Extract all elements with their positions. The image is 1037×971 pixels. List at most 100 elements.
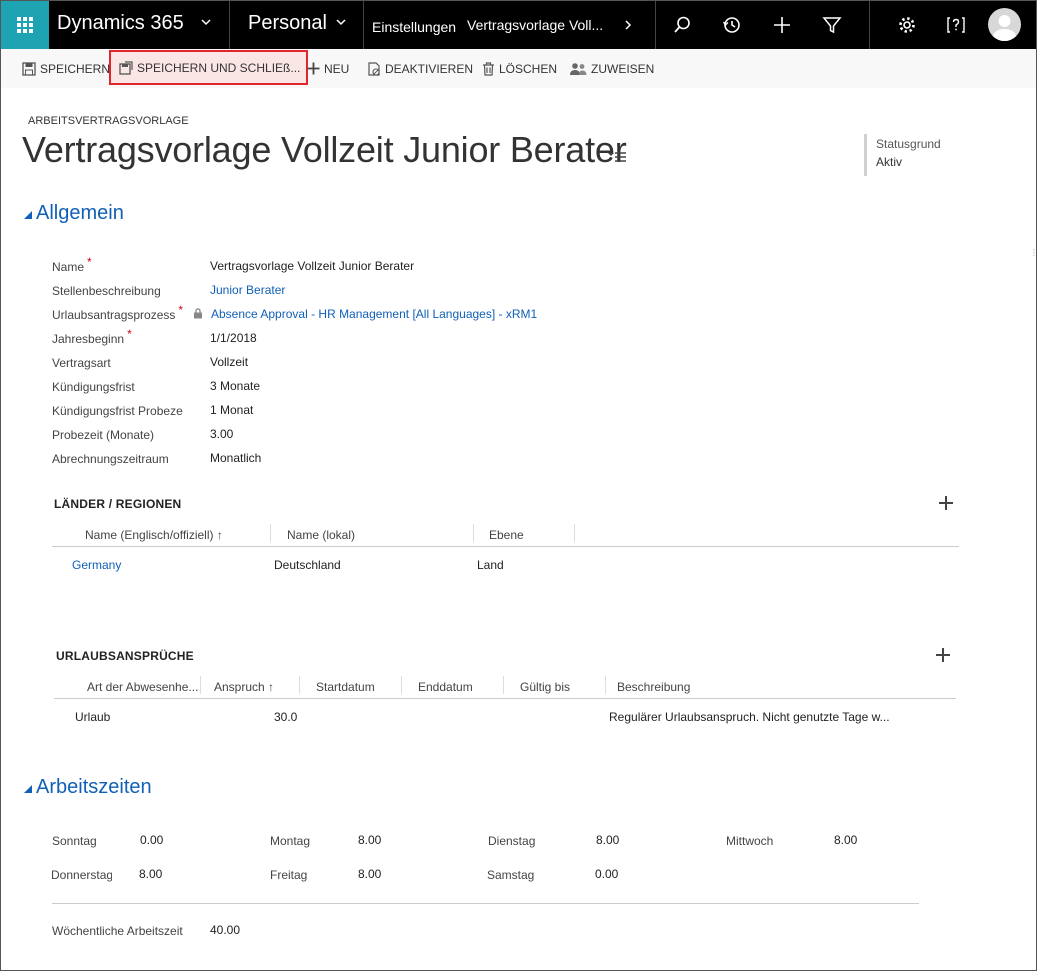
save-button[interactable]: SPEICHERN [22, 49, 110, 88]
chevron-right-icon[interactable] [623, 20, 633, 30]
area-selector[interactable]: Personal [248, 12, 327, 35]
field-value-billing-period[interactable]: Monatlich [210, 451, 261, 465]
save-and-close-button[interactable]: SPEICHERN UND SCHLIEß... [109, 50, 309, 85]
workhours-label-monday: Montag [270, 834, 311, 848]
leave-entitlement-cell: 30.0 [274, 710, 298, 724]
collapse-caret-icon[interactable] [24, 211, 32, 219]
field-label-contract-type: Vertragsart [52, 356, 111, 370]
user-icon [992, 15, 1017, 41]
sort-ascending-icon: ↑ [216, 528, 223, 542]
deactivate-icon [368, 61, 380, 76]
plus-icon[interactable] [772, 15, 792, 35]
collapse-caret-icon[interactable] [24, 785, 32, 793]
assign-label: ZUWEISEN [591, 61, 655, 76]
gear-icon[interactable] [897, 15, 917, 35]
section-title-general[interactable]: Allgemein [36, 202, 124, 225]
leave-grid-header: Art der Abwesenhe... Anspruch ↑ Startdat… [54, 674, 956, 699]
recent-history-icon[interactable] [722, 15, 742, 35]
brand-title[interactable]: Dynamics 365 [57, 12, 184, 35]
new-label: NEU [324, 61, 350, 76]
field-label-notice-probation: Kündigungsfrist Probeze [52, 404, 183, 418]
field-label-billing-period: Abrechnungszeitraum [52, 452, 169, 466]
lock-icon [194, 308, 202, 319]
field-value-notice-period[interactable]: 3 Monate [210, 379, 260, 393]
plus-icon [307, 62, 320, 75]
top-navigation-bar: Dynamics 365 Personal Einstellungen Vert… [1, 1, 1036, 49]
column-header-entitlement[interactable]: Anspruch ↑ [214, 680, 274, 694]
workhours-value-weekly: 40.00 [210, 923, 241, 937]
command-bar: SPEICHERN SPEICHERN UND SCHLIEß... NEU D… [1, 49, 1036, 88]
filter-icon[interactable] [822, 15, 842, 35]
workhours-value-wednesday[interactable]: 8.00 [834, 833, 857, 847]
country-link[interactable]: Germany [72, 558, 121, 572]
field-value-probation-months[interactable]: 3.00 [210, 427, 233, 441]
page-title: Vertragsvorlage Vollzeit Junior Berater [22, 129, 627, 170]
field-label-name: Name * [52, 255, 92, 274]
column-header-absence-type[interactable]: Art der Abwesenhe... [87, 680, 198, 694]
status-reason-value: Aktiv [876, 155, 903, 169]
country-local-name: Deutschland [274, 558, 341, 572]
workhours-value-friday[interactable]: 8.00 [358, 867, 381, 881]
workhours-label-thursday: Donnerstag [51, 868, 112, 882]
column-header-description[interactable]: Beschreibung [617, 680, 690, 694]
workhours-label-weekly: Wöchentliche Arbeitszeit [52, 924, 183, 938]
scroll-indicator: ⋮ [1030, 248, 1037, 257]
workhours-value-tuesday[interactable]: 8.00 [596, 833, 619, 847]
subgrid-title-countries: LÄNDER / REGIONEN [54, 497, 182, 511]
assign-button[interactable]: ZUWEISEN [570, 49, 654, 88]
save-close-label: SPEICHERN UND SCHLIEß... [137, 60, 301, 75]
header-status-field: Statusgrund Aktiv [864, 134, 941, 176]
breadcrumb-settings[interactable]: Einstellungen [372, 19, 456, 35]
field-value-contract-type[interactable]: Vollzeit [210, 355, 248, 369]
field-value-job-description-link[interactable]: Junior Berater [210, 283, 285, 297]
field-value-year-start[interactable]: 1/1/2018 [210, 331, 257, 345]
sort-ascending-icon: ↑ [268, 680, 275, 694]
save-icon [22, 61, 36, 76]
save-label: SPEICHERN [40, 61, 111, 76]
divider [52, 903, 919, 904]
save-close-icon [119, 60, 133, 75]
leave-description-cell: Regulärer Urlaubsanspruch. Nicht genutzt… [609, 710, 890, 724]
field-label-leave-process: Urlaubsantragsprozess * [52, 303, 184, 322]
help-icon[interactable] [946, 15, 966, 35]
workhours-value-saturday[interactable]: 0.00 [595, 867, 618, 881]
field-value-name[interactable]: Vertragsvorlage Vollzeit Junior Berater [210, 259, 414, 273]
section-title-workhours[interactable]: Arbeitszeiten [36, 776, 152, 799]
field-value-notice-probation[interactable]: 1 Monat [210, 403, 253, 417]
breadcrumb-record[interactable]: Vertragsvorlage Voll... [467, 17, 603, 33]
field-value-leave-process-link[interactable]: Absence Approval - HR Management [All La… [211, 307, 537, 321]
workhours-value-monday[interactable]: 8.00 [358, 833, 381, 847]
field-label-job-description: Stellenbeschreibung [52, 284, 161, 298]
field-label-year-start: Jahresbeginn * [52, 327, 132, 346]
avatar[interactable] [988, 8, 1021, 41]
app-launcher-button[interactable] [1, 1, 49, 49]
workhours-label-friday: Freitag [270, 868, 308, 882]
delete-button[interactable]: LÖSCHEN [482, 49, 557, 88]
workhours-value-thursday[interactable]: 8.00 [139, 867, 162, 881]
column-header-level[interactable]: Ebene [489, 528, 524, 542]
deactivate-button[interactable]: DEAKTIVIEREN [368, 49, 473, 88]
workhours-label-sunday: Sonntag [52, 834, 97, 848]
search-icon[interactable] [672, 15, 692, 35]
add-leave-plus-icon[interactable] [936, 648, 950, 662]
column-header-start-date[interactable]: Startdatum [316, 680, 375, 694]
add-country-plus-icon[interactable] [939, 496, 953, 510]
workhours-label-saturday: Samstag [487, 868, 535, 882]
column-header-name-local[interactable]: Name (lokal) [287, 528, 355, 542]
form-selector-icon[interactable] [608, 150, 626, 164]
chevron-down-icon[interactable] [201, 17, 211, 27]
status-reason-label: Statusgrund [876, 137, 941, 151]
chevron-down-icon[interactable] [336, 17, 346, 27]
deactivate-label: DEAKTIVIEREN [385, 61, 474, 76]
new-button[interactable]: NEU [307, 49, 349, 88]
column-header-name-english[interactable]: Name (Englisch/offiziell) ↑ [85, 528, 223, 542]
users-icon [570, 62, 587, 75]
workhours-label-tuesday: Dienstag [488, 834, 536, 848]
workhours-label-wednesday: Mittwoch [726, 834, 774, 848]
column-header-end-date[interactable]: Enddatum [418, 680, 473, 694]
column-header-valid-until[interactable]: Gültig bis [520, 680, 570, 694]
entity-type-label: ARBEITSVERTRAGSVORLAGE [28, 115, 189, 127]
delete-label: LÖSCHEN [499, 61, 558, 76]
waffle-icon [17, 17, 33, 33]
workhours-value-sunday[interactable]: 0.00 [140, 833, 163, 847]
